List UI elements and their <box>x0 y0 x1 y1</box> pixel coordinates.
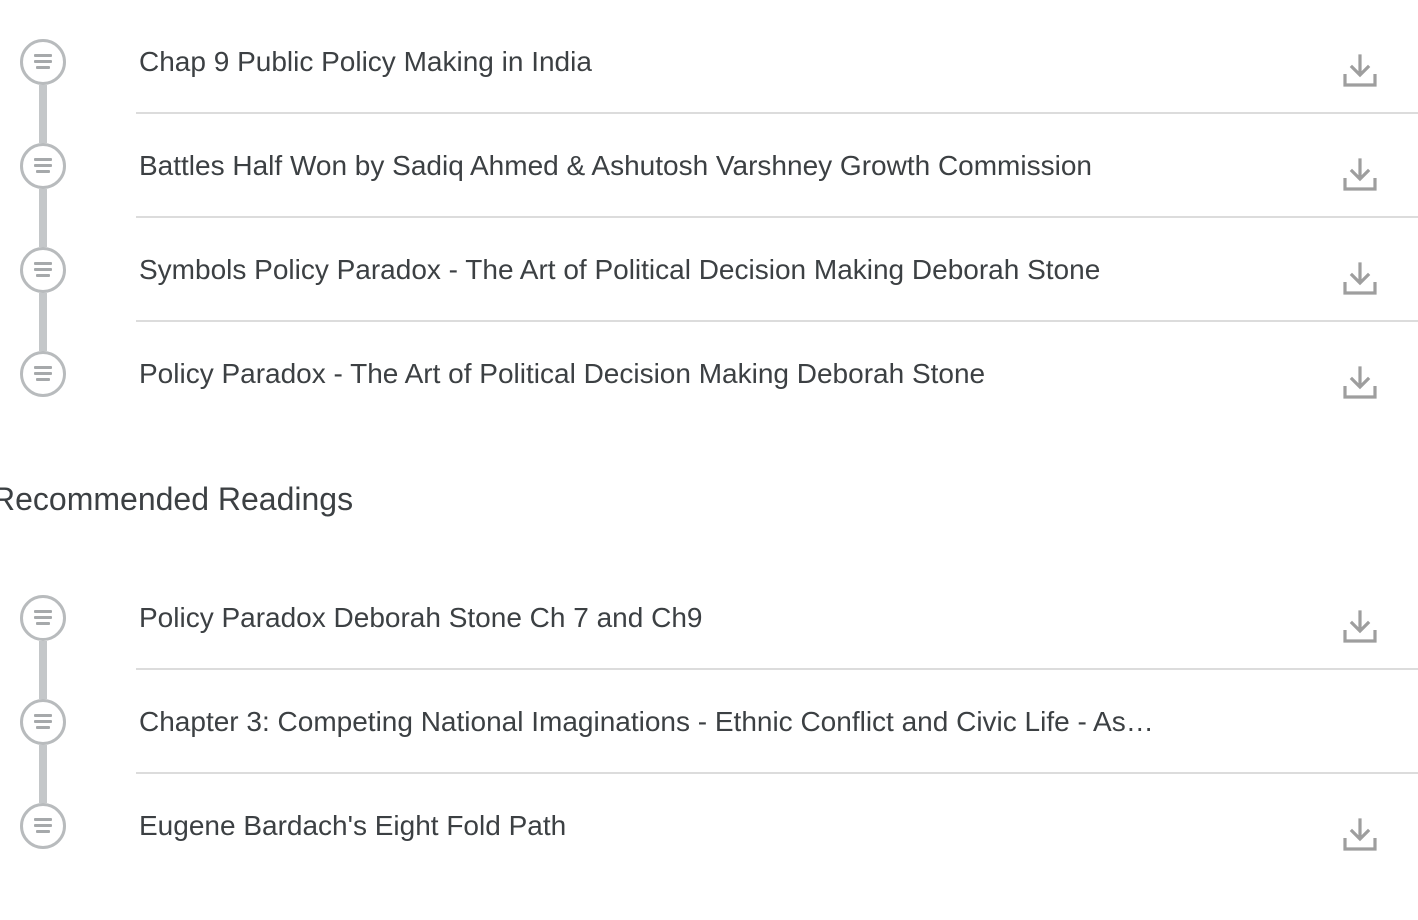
list-item: Chap 9 Public Policy Making in India <box>0 10 1418 114</box>
item-title-link[interactable]: Policy Paradox Deborah Stone Ch 7 and Ch… <box>139 600 1159 636</box>
timeline-rail <box>39 114 47 143</box>
timeline-rail <box>39 293 47 322</box>
recommended-readings-list: Policy Paradox Deborah Stone Ch 7 and Ch… <box>0 566 1418 878</box>
download-icon[interactable] <box>1340 258 1380 298</box>
download-icon[interactable] <box>1340 154 1380 194</box>
item-title-link[interactable]: Eugene Bardach's Eight Fold Path <box>139 808 1159 844</box>
document-lines-icon <box>20 143 66 189</box>
section-heading: Recommended Readings <box>0 481 354 517</box>
timeline-rail <box>39 745 47 774</box>
document-lines-icon <box>20 351 66 397</box>
timeline-rail <box>39 774 47 803</box>
list-item: Eugene Bardach's Eight Fold Path <box>0 774 1418 878</box>
timeline-rail <box>39 641 47 670</box>
item-title-link[interactable]: Chap 9 Public Policy Making in India <box>139 44 1159 80</box>
item-title-link[interactable]: Symbols Policy Paradox - The Art of Poli… <box>139 252 1159 288</box>
item-title-link[interactable]: Chapter 3: Competing National Imaginatio… <box>139 704 1159 740</box>
document-lines-icon <box>20 595 66 641</box>
download-icon[interactable] <box>1340 362 1380 402</box>
download-icon[interactable] <box>1340 814 1380 854</box>
timeline-rail <box>39 85 47 114</box>
list-item: Symbols Policy Paradox - The Art of Poli… <box>0 218 1418 322</box>
list-item: Policy Paradox Deborah Stone Ch 7 and Ch… <box>0 566 1418 670</box>
timeline-rail <box>39 670 47 699</box>
list-item: Chapter 3: Competing National Imaginatio… <box>0 670 1418 774</box>
document-lines-icon <box>20 699 66 745</box>
document-lines-icon <box>20 39 66 85</box>
item-title-link[interactable]: Policy Paradox - The Art of Political De… <box>139 356 1159 392</box>
timeline-rail <box>39 189 47 218</box>
timeline-rail <box>39 218 47 247</box>
list-item: Battles Half Won by Sadiq Ahmed & Ashuto… <box>0 114 1418 218</box>
materials-list: Chap 9 Public Policy Making in India Bat… <box>0 10 1418 426</box>
document-lines-icon <box>20 247 66 293</box>
download-icon[interactable] <box>1340 50 1380 90</box>
download-icon[interactable] <box>1340 606 1380 646</box>
document-lines-icon <box>20 803 66 849</box>
timeline-rail <box>39 322 47 351</box>
item-title-link[interactable]: Battles Half Won by Sadiq Ahmed & Ashuto… <box>139 148 1159 184</box>
list-item: Policy Paradox - The Art of Political De… <box>0 322 1418 426</box>
